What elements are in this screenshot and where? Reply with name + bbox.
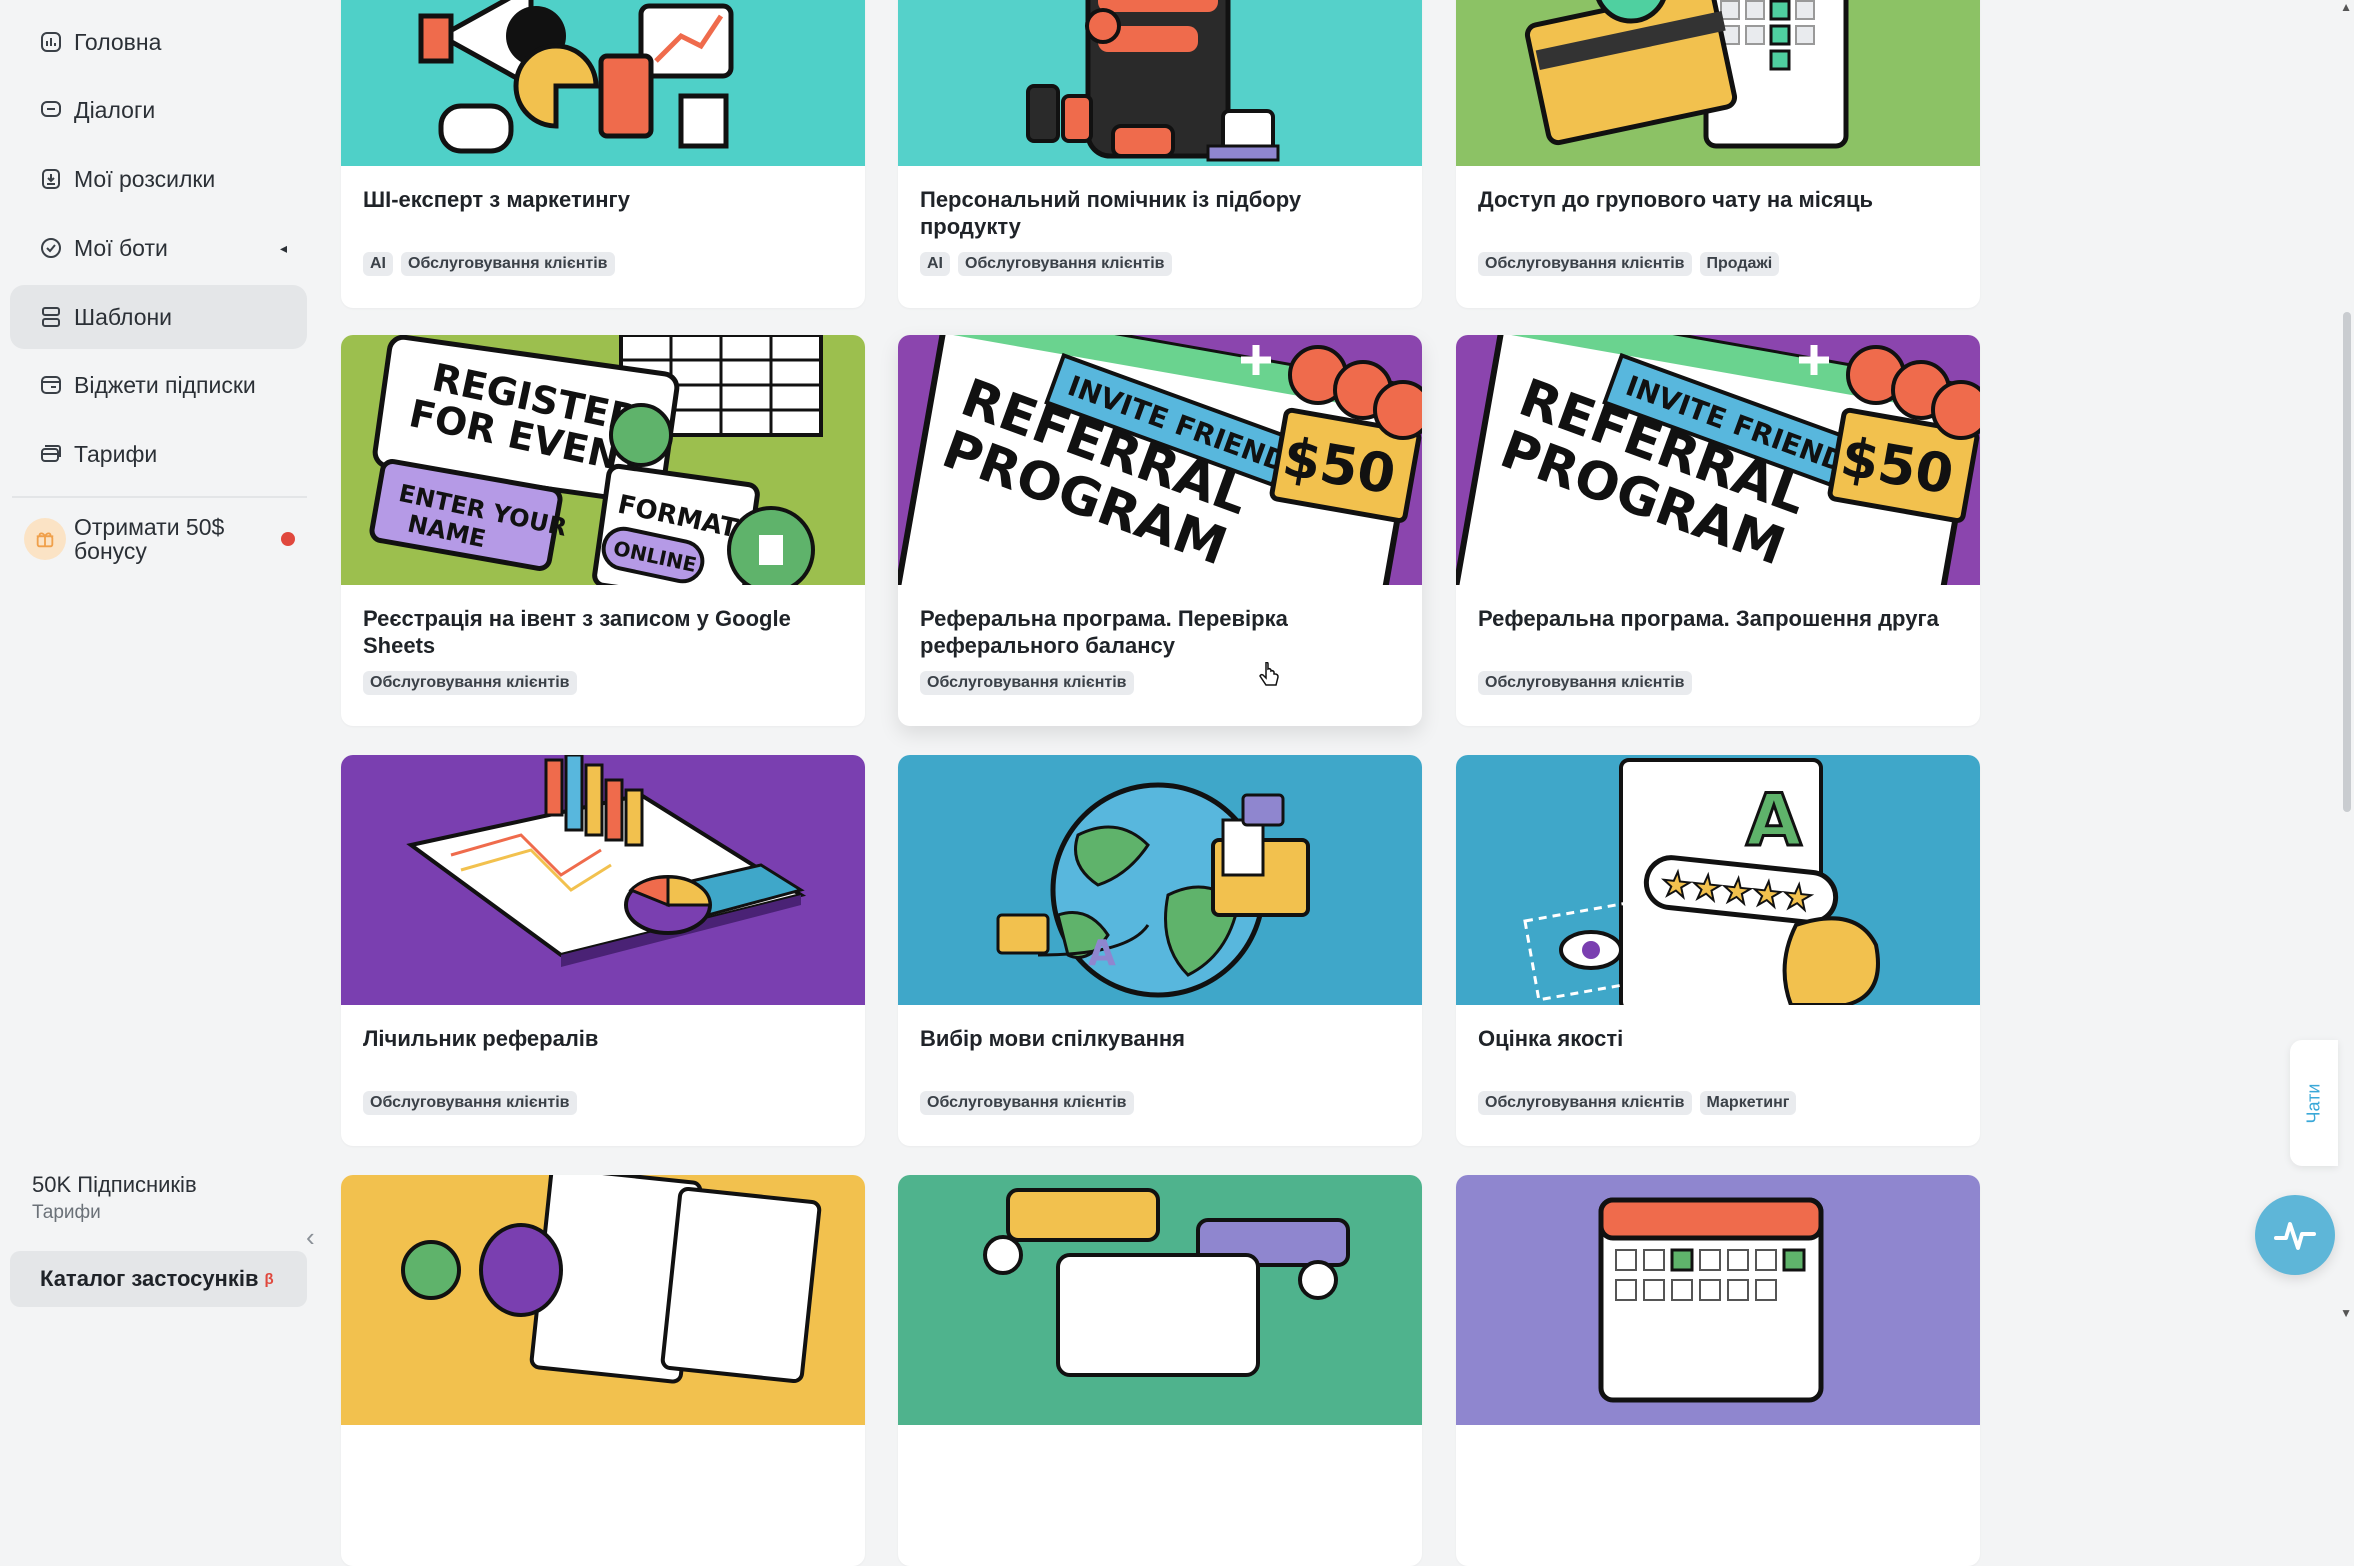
template-card[interactable]: A Вибір мови спілкування Обслуговування …	[898, 755, 1422, 1146]
sidebar-item-label: Діалоги	[74, 96, 156, 123]
subscribers-count: 50K Підписників	[32, 1172, 197, 1197]
card-title: Реферальна програма. Перевірка реферальн…	[920, 606, 1288, 658]
sidebar-item-templates[interactable]: Шаблони	[10, 285, 307, 349]
pointer-cursor-icon	[1258, 661, 1282, 697]
card-illustration: REGISTER FOR EVENT ENTER YOUR NAME FORMA…	[341, 335, 865, 585]
gift-icon	[24, 518, 66, 560]
sidebar: Головна Діалоги Мої розсилки Мої боти ◂ …	[0, 0, 318, 1320]
card-tags: Обслуговування клієнтів Маркетинг	[1478, 1091, 1797, 1115]
card-title: Лічильник рефералів	[363, 1026, 599, 1051]
sidebar-item-dialogs[interactable]: Діалоги	[10, 78, 307, 142]
card-title: Доступ до групового чату на місяць	[1478, 187, 1873, 212]
chevron-left-icon[interactable]: ◂	[280, 240, 287, 257]
tariffs-icon	[30, 433, 72, 475]
template-card[interactable]	[898, 1175, 1422, 1566]
template-card[interactable]: REGISTER FOR EVENT ENTER YOUR NAME FORMA…	[341, 335, 865, 726]
card-illustration	[341, 0, 865, 166]
tag: Обслуговування клієнтів	[1478, 671, 1692, 695]
card-illustration	[898, 0, 1422, 166]
app-catalog-label: Каталог застосунків	[40, 1266, 259, 1291]
collapse-sidebar-icon[interactable]: ‹	[306, 1222, 315, 1253]
card-tags: Обслуговування клієнтів	[1478, 671, 1692, 695]
card-illustration: A	[898, 755, 1422, 1005]
chat-icon	[30, 89, 72, 131]
home-icon	[30, 21, 72, 63]
sidebar-item-home[interactable]: Головна	[10, 10, 307, 74]
card-tags: Обслуговування клієнтів	[363, 1091, 577, 1115]
tag: Обслуговування клієнтів	[1478, 1091, 1692, 1115]
broadcast-icon	[30, 158, 72, 200]
sidebar-item-widgets[interactable]: Віджети підписки	[10, 353, 307, 417]
scrollbar[interactable]: ▲ ▼	[2340, 0, 2354, 1320]
widget-icon	[30, 364, 72, 406]
subscribers-plan-link[interactable]: Тарифи	[32, 1202, 101, 1224]
card-tags: Обслуговування клієнтів	[363, 671, 577, 695]
template-card[interactable]	[341, 1175, 865, 1566]
card-illustration: INVITE FRIENDS REFERRAL PROGRAM $50	[1456, 335, 1980, 585]
sidebar-item-label: Мої боти	[74, 234, 168, 261]
tag: Обслуговування клієнтів	[363, 1091, 577, 1115]
template-card[interactable]: Доступ до групового чату на місяць Обслу…	[1456, 0, 1980, 308]
chats-tab-label: Чати	[2303, 1083, 2324, 1123]
notification-dot	[281, 532, 295, 546]
tag: Маркетинг	[1699, 1091, 1797, 1115]
card-illustration	[1456, 0, 1980, 166]
card-illustration	[341, 755, 865, 1005]
sidebar-item-label: Мої розсилки	[74, 165, 216, 192]
pulse-icon	[2274, 1222, 2316, 1250]
card-illustration	[341, 1175, 865, 1425]
sidebar-item-label: Тарифи	[74, 440, 158, 467]
template-card[interactable]	[1456, 1175, 1980, 1566]
bot-icon	[30, 227, 72, 269]
svg-text:A: A	[1746, 778, 1802, 862]
card-tags: Обслуговування клієнтів	[920, 671, 1134, 695]
tag: Обслуговування клієнтів	[363, 671, 577, 695]
card-title: Оцінка якості	[1478, 1026, 1624, 1051]
card-tags: AI Обслуговування клієнтів	[363, 252, 615, 276]
sidebar-item-label: Головна	[74, 28, 162, 55]
activity-button[interactable]	[2255, 1195, 2335, 1275]
sidebar-item-bots[interactable]: Мої боти ◂	[10, 216, 307, 280]
tag: Продажі	[1699, 252, 1780, 276]
letter-a-icon: A	[1088, 933, 1116, 974]
tag: AI	[363, 252, 393, 276]
card-tags: Обслуговування клієнтів Продажі	[1478, 252, 1780, 276]
card-illustration: A ★★★★★	[1456, 755, 1980, 1005]
tag: Обслуговування клієнтів	[401, 252, 615, 276]
card-title: ШІ-експерт з маркетингу	[363, 187, 630, 212]
template-card[interactable]: Лічильник рефералів Обслуговування клієн…	[341, 755, 865, 1146]
sidebar-item-label: Віджети підписки	[74, 371, 256, 398]
card-title: Персональний помічник із підбору продукт…	[920, 187, 1302, 239]
scroll-up-icon[interactable]: ▲	[2340, 0, 2352, 14]
templates-icon	[30, 296, 72, 338]
card-title: Реферальна програма. Запрошення друга	[1478, 606, 1939, 631]
app-catalog-button[interactable]: Каталог застосунків β	[10, 1251, 307, 1307]
beta-badge: β	[264, 1270, 274, 1288]
card-title: Вибір мови спілкування	[920, 1026, 1185, 1051]
tag: Обслуговування клієнтів	[958, 252, 1172, 276]
card-title: Реєстрація на івент з записом у Google S…	[363, 606, 791, 658]
card-tags: Обслуговування клієнтів	[920, 1091, 1134, 1115]
card-illustration: INVITE FRIENDS REFERRAL PROGRAM $50	[898, 335, 1422, 585]
sidebar-item-bonus[interactable]: Отримати 50$ бонусу	[10, 498, 307, 580]
card-tags: AI Обслуговування клієнтів	[920, 252, 1172, 276]
chats-tab[interactable]: Чати	[2290, 1040, 2338, 1166]
sidebar-item-broadcasts[interactable]: Мої розсилки	[10, 147, 307, 211]
scrollbar-thumb[interactable]	[2343, 312, 2351, 812]
tag: AI	[920, 252, 950, 276]
sidebar-item-tariffs[interactable]: Тарифи	[10, 422, 307, 486]
sidebar-item-label: Отримати 50$ бонусу	[74, 514, 225, 564]
template-card[interactable]: A ★★★★★ Оцінка якості Обслуговування клі…	[1456, 755, 1980, 1146]
template-card[interactable]: INVITE FRIENDS REFERRAL PROGRAM $50 Рефе…	[898, 335, 1422, 726]
template-card[interactable]: ШІ-експерт з маркетингу AI Обслуговуванн…	[341, 0, 865, 308]
template-card[interactable]: Персональний помічник із підбору продукт…	[898, 0, 1422, 308]
tag: Обслуговування клієнтів	[1478, 252, 1692, 276]
scroll-down-icon[interactable]: ▼	[2340, 1306, 2352, 1320]
template-card[interactable]: INVITE FRIENDS REFERRAL PROGRAM $50 Рефе…	[1456, 335, 1980, 726]
card-illustration	[898, 1175, 1422, 1425]
card-illustration	[1456, 1175, 1980, 1425]
sidebar-item-label: Шаблони	[74, 303, 173, 330]
tag: Обслуговування клієнтів	[920, 1091, 1134, 1115]
tag: Обслуговування клієнтів	[920, 671, 1134, 695]
